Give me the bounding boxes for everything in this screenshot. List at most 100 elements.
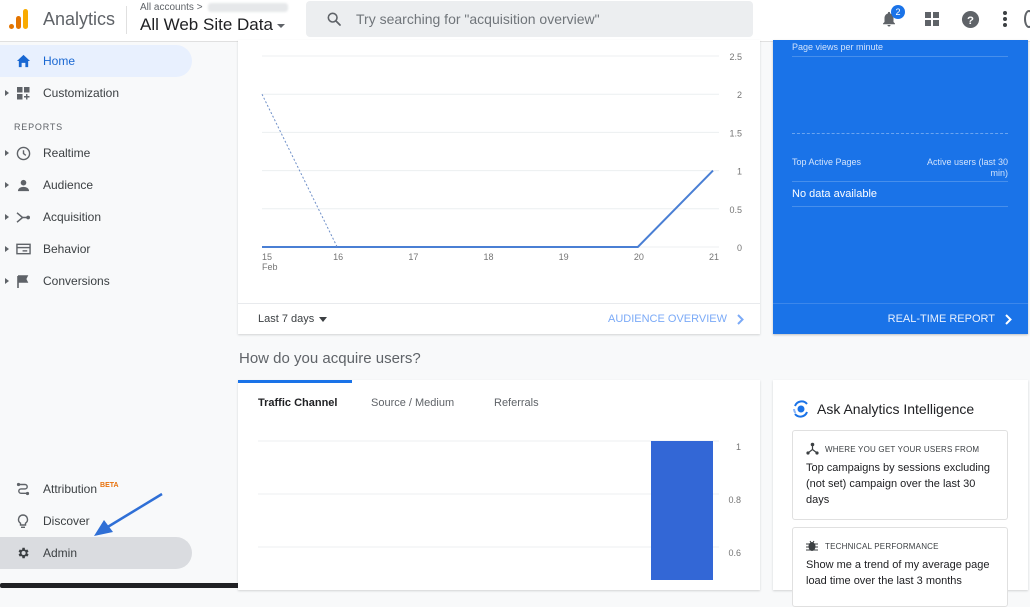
acquisition-card: Traffic Channel Source / Medium Referral…	[238, 380, 760, 590]
expand-arrow-icon	[5, 182, 9, 188]
audience-overview-link[interactable]: AUDIENCE OVERVIEW	[608, 313, 744, 325]
tab-source-medium[interactable]: Source / Medium	[371, 397, 454, 409]
page-views-per-minute-label: Page views per minute	[792, 42, 884, 52]
notification-badge: 2	[891, 5, 905, 19]
account-breadcrumb[interactable]: All accounts >	[140, 2, 203, 13]
y-tick-label: 0.5	[729, 205, 742, 215]
property-name: All Web Site Data	[140, 15, 273, 34]
flag-icon	[14, 272, 32, 290]
hub-icon	[806, 442, 819, 455]
y-tick-label: 0.6	[728, 548, 741, 558]
acquire-section-title: How do you acquire users?	[239, 350, 421, 367]
sidebar-item-home[interactable]: Home	[0, 45, 192, 77]
divider	[126, 6, 127, 34]
suggestion-question: Top campaigns by sessions excluding (not…	[806, 462, 991, 506]
x-tick-label: 15	[262, 252, 272, 262]
sidebar-item-conversions[interactable]: Conversions	[0, 265, 192, 297]
caret-down-icon	[319, 316, 328, 322]
svg-text:?: ?	[967, 14, 974, 26]
expand-arrow-icon	[5, 246, 9, 252]
no-data-message: No data available	[792, 188, 878, 200]
realtime-report-label: REAL-TIME REPORT	[887, 313, 995, 325]
dashboard-add-icon	[14, 84, 32, 102]
sidebar-item-acquisition[interactable]: Acquisition	[0, 201, 192, 233]
top-bar: Analytics All accounts > All Web Site Da…	[0, 0, 1030, 42]
y-tick-label: 0.8	[728, 495, 741, 505]
more-options-button[interactable]	[994, 8, 1016, 30]
traffic-channel-bar-chart: 0.6 0.8 1	[258, 440, 741, 580]
suggestion-question: Show me a trend of my average page load …	[806, 559, 990, 587]
sidebar-item-customization[interactable]: Customization	[0, 77, 192, 109]
suggestion-category: WHERE YOU GET YOUR USERS FROM	[825, 445, 980, 454]
tab-referrals[interactable]: Referrals	[494, 397, 539, 409]
x-tick-label: 16	[333, 252, 343, 262]
gear-icon	[14, 544, 32, 562]
y-tick-label: 1.5	[729, 128, 742, 138]
chevron-right-icon	[1005, 313, 1012, 325]
active-tab-indicator	[238, 380, 352, 383]
x-tick-label: 17	[408, 252, 418, 262]
caret-down-icon	[276, 24, 285, 28]
annotation-arrow	[94, 492, 163, 536]
bug-icon	[806, 540, 818, 551]
x-tick-label: 19	[559, 252, 569, 262]
top-active-pages-header: Top Active Pages	[792, 157, 862, 167]
date-range-selector[interactable]: Last 7 days	[258, 313, 328, 325]
person-icon	[14, 176, 32, 194]
beta-badge: BETA	[100, 482, 119, 489]
y-tick-label: 1	[737, 167, 742, 177]
help-button[interactable]: ?	[959, 8, 981, 30]
suggestion-category: TECHNICAL PERFORMANCE	[825, 542, 939, 551]
clock-icon	[14, 144, 32, 162]
reports-section-label: REPORTS	[14, 122, 63, 132]
route-icon	[14, 480, 32, 498]
suggestion-card[interactable]: WHERE YOU GET YOUR USERS FROM Top campai…	[792, 430, 1008, 520]
y-tick-label: 0	[737, 243, 742, 253]
sidebar-item-audience[interactable]: Audience	[0, 169, 192, 201]
divider	[792, 181, 1008, 182]
chevron-right-icon	[737, 313, 744, 325]
tab-traffic-channel[interactable]: Traffic Channel	[258, 397, 337, 409]
sidebar-item-behavior[interactable]: Behavior	[0, 233, 192, 265]
sparkline-baseline	[792, 133, 1008, 134]
y-tick-label: 2.5	[729, 52, 742, 62]
search-input[interactable]	[356, 11, 736, 27]
expand-arrow-icon	[5, 150, 9, 156]
bar	[651, 441, 713, 580]
property-selector[interactable]: All Web Site Data	[140, 15, 285, 35]
users-line-chart: 0 0.5 1 1.5 2 2.5 15Feb 16 17 18 19 20 21	[261, 52, 742, 272]
merge-icon	[14, 208, 32, 226]
expand-arrow-icon	[5, 90, 9, 96]
divider	[792, 56, 1008, 57]
date-range-label: Last 7 days	[258, 313, 315, 325]
app-name: Analytics	[43, 9, 116, 29]
sidebar-item-realtime[interactable]: Realtime	[0, 137, 192, 169]
suggestion-card[interactable]: TECHNICAL PERFORMANCE Show me a trend of…	[792, 527, 1008, 607]
apps-button[interactable]	[921, 8, 943, 30]
x-tick-label: 21	[709, 252, 719, 262]
analytics-logo	[9, 9, 28, 29]
realtime-card: Page views per minute Top Active Pages A…	[773, 40, 1028, 334]
active-users-header: Active users (last 30 min)	[926, 157, 1008, 178]
y-tick-label: 1	[736, 442, 741, 452]
analytics-intelligence-card: Ask Analytics Intelligence WHERE YOU GET…	[773, 380, 1028, 607]
home-icon	[14, 52, 32, 70]
help-icon: ?	[961, 10, 979, 28]
realtime-report-link[interactable]: REAL-TIME REPORT	[888, 313, 1012, 325]
divider	[792, 206, 1008, 207]
intelligence-title: Ask Analytics Intelligence	[817, 401, 975, 417]
search-bar[interactable]	[306, 1, 753, 37]
search-icon	[327, 12, 341, 26]
expand-arrow-icon	[5, 214, 9, 220]
x-tick-label: 18	[484, 252, 494, 262]
account-name-redacted	[208, 3, 288, 12]
realtime-card-footer: REAL-TIME REPORT	[773, 303, 1028, 334]
x-tick-sublabel: Feb	[262, 262, 278, 272]
intelligence-icon	[793, 400, 808, 418]
account-avatar[interactable]	[1024, 10, 1030, 28]
lightbulb-icon	[14, 512, 32, 530]
apps-grid-icon	[925, 12, 939, 26]
web-icon	[14, 240, 32, 258]
sidebar-item-admin[interactable]: Admin	[0, 537, 192, 569]
more-vert-icon	[1003, 11, 1007, 27]
